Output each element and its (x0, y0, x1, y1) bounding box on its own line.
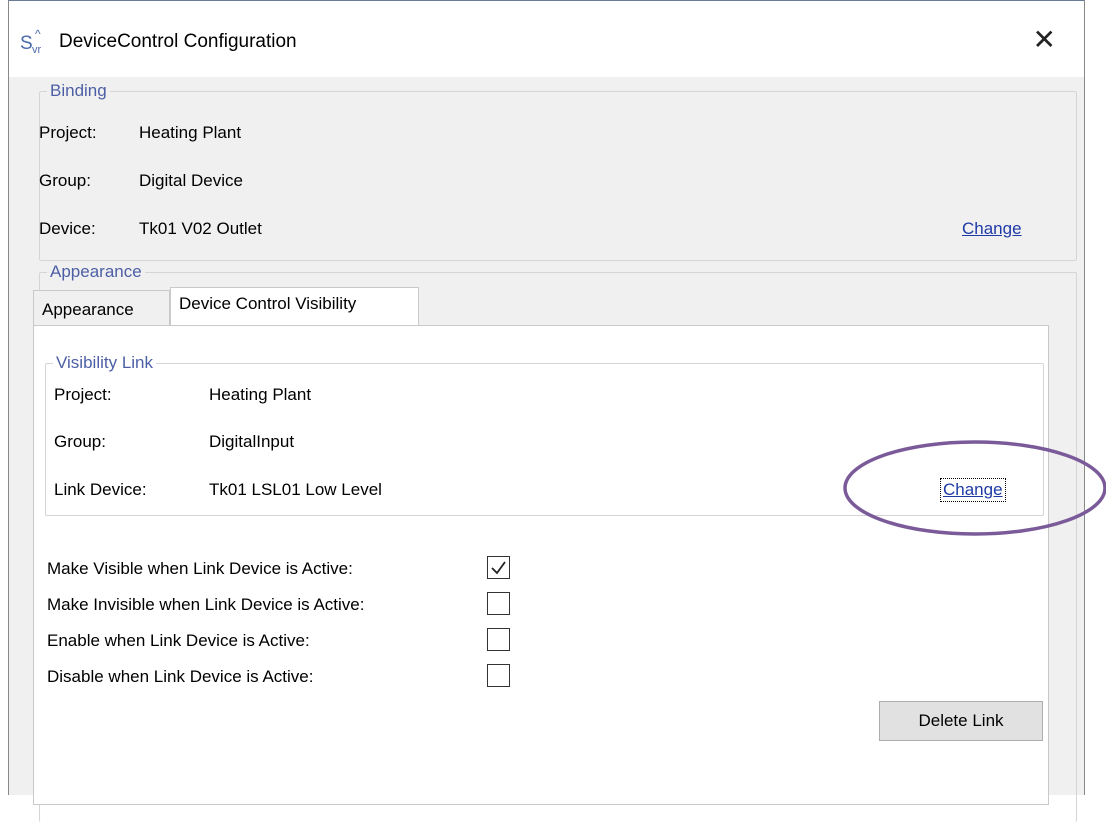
app-icon: ^ S vr (20, 27, 42, 56)
binding-legend: Binding (50, 81, 107, 100)
binding-change-link[interactable]: Change (962, 219, 1022, 239)
visibility-link-legend: Visibility Link (56, 353, 154, 372)
checkmark-icon (491, 561, 506, 575)
binding-project-value: Heating Plant (139, 123, 242, 142)
binding-group-value: Digital Device (139, 171, 243, 190)
tab-appearance[interactable]: Appearance (33, 290, 170, 326)
link-project-label: Project: (54, 385, 112, 404)
link-group-value: DigitalInput (209, 432, 295, 451)
appearance-legend: Appearance (50, 262, 142, 281)
title-bar: ^ S vr DeviceControl Configuration ✕ (9, 1, 1084, 77)
binding-device-label: Device: (39, 219, 96, 238)
visibility-link-group: Visibility Link (45, 353, 1044, 516)
close-icon[interactable]: ✕ (1033, 23, 1056, 56)
link-device-label: Link Device: (54, 480, 147, 499)
link-change-link[interactable]: Change (940, 478, 1006, 502)
enable-checkbox[interactable] (487, 628, 510, 651)
window-title: DeviceControl Configuration (59, 31, 297, 52)
delete-link-button[interactable]: Delete Link (879, 701, 1043, 741)
binding-group-label: Group: (39, 171, 91, 190)
link-project-value: Heating Plant (209, 385, 312, 404)
option-label-disable: Disable when Link Device is Active: (47, 667, 314, 686)
option-label-make-visible: Make Visible when Link Device is Active: (47, 559, 353, 578)
option-label-make-invisible: Make Invisible when Link Device is Activ… (47, 595, 365, 614)
link-group-label: Group: (54, 432, 106, 451)
configuration-dialog: ^ S vr DeviceControl Configuration ✕ Bin… (8, 0, 1085, 822)
option-label-enable: Enable when Link Device is Active: (47, 631, 310, 650)
binding-device-value: Tk01 V02 Outlet (139, 219, 262, 238)
make-visible-checkbox[interactable] (487, 556, 510, 579)
disable-checkbox[interactable] (487, 664, 510, 687)
link-device-value: Tk01 LSL01 Low Level (209, 480, 382, 499)
make-invisible-checkbox[interactable] (487, 592, 510, 615)
binding-project-label: Project: (39, 123, 97, 142)
tab-device-control-visibility[interactable]: Device Control Visibility (170, 287, 419, 325)
